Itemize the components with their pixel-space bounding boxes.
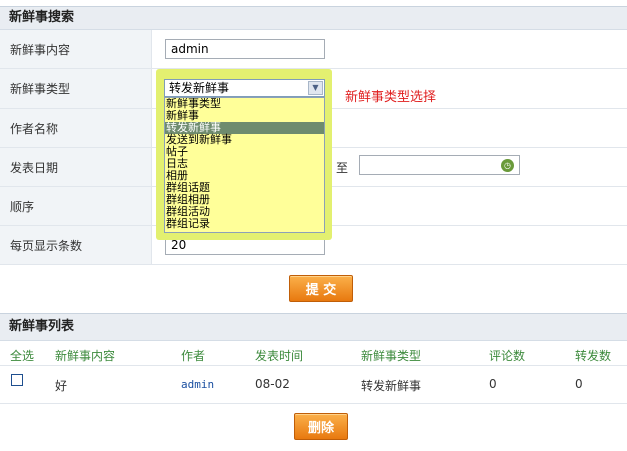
- search-section-title: 新鲜事搜索: [9, 10, 75, 25]
- row-forwards: 0: [575, 377, 583, 391]
- table-header: 全选 新鲜事内容 作者 发表时间 新鲜事类型 评论数 转发数: [0, 341, 627, 366]
- column-author: 作者: [181, 349, 206, 363]
- column-select-all[interactable]: 全选: [10, 347, 34, 364]
- content-row: 新鲜事内容 admin: [0, 30, 627, 69]
- row-comments: 0: [489, 377, 497, 391]
- list-section-title: 新鲜事列表: [9, 319, 75, 334]
- row-time: 08-02: [255, 377, 290, 391]
- type-select-value: 转发新鲜事: [169, 81, 230, 95]
- chevron-down-icon[interactable]: ▼: [308, 81, 323, 95]
- row-content: 好: [55, 379, 68, 393]
- per-page-label: 每页显示条数: [0, 226, 152, 264]
- date-label: 发表日期: [0, 148, 152, 186]
- clock-icon[interactable]: ◷: [501, 159, 514, 172]
- type-option[interactable]: 日志: [165, 158, 324, 170]
- row-author-link[interactable]: admin: [181, 378, 214, 391]
- table-row: 好 admin 08-02 转发新鲜事 0 0: [0, 366, 627, 404]
- list-section-header: 新鲜事列表: [0, 313, 627, 341]
- delete-button[interactable]: 删除: [294, 413, 348, 440]
- column-time: 发表时间: [255, 349, 304, 363]
- content-input-value: admin: [171, 42, 209, 56]
- column-forwards: 转发数: [575, 349, 612, 363]
- type-option[interactable]: 帖子: [165, 146, 324, 158]
- column-type: 新鲜事类型: [361, 349, 422, 363]
- type-option[interactable]: 群组记录: [165, 218, 324, 230]
- submit-button[interactable]: 提 交: [289, 275, 353, 302]
- row-checkbox[interactable]: [11, 374, 23, 386]
- author-label: 作者名称: [0, 109, 152, 147]
- per-page-value: 20: [171, 238, 187, 252]
- date-end-input[interactable]: ◷: [359, 155, 520, 175]
- type-label: 新鲜事类型: [0, 69, 152, 108]
- search-section-header: 新鲜事搜索: [0, 6, 627, 30]
- column-content: 新鲜事内容: [55, 349, 116, 363]
- row-type: 转发新鲜事: [361, 379, 422, 393]
- date-to-label: 至: [336, 161, 349, 175]
- type-option[interactable]: 发送到新鲜事: [165, 134, 324, 146]
- column-comments: 评论数: [489, 349, 526, 363]
- content-input[interactable]: admin: [165, 39, 325, 59]
- type-hint: 新鲜事类型选择: [345, 90, 437, 105]
- type-select[interactable]: 转发新鲜事 ▼: [164, 79, 325, 97]
- type-options-list[interactable]: 新鲜事类型 新鲜事 转发新鲜事 发送到新鲜事 帖子 日志 相册 群组话题 群组相…: [164, 97, 325, 233]
- content-label: 新鲜事内容: [0, 30, 152, 68]
- order-label: 顺序: [0, 187, 152, 225]
